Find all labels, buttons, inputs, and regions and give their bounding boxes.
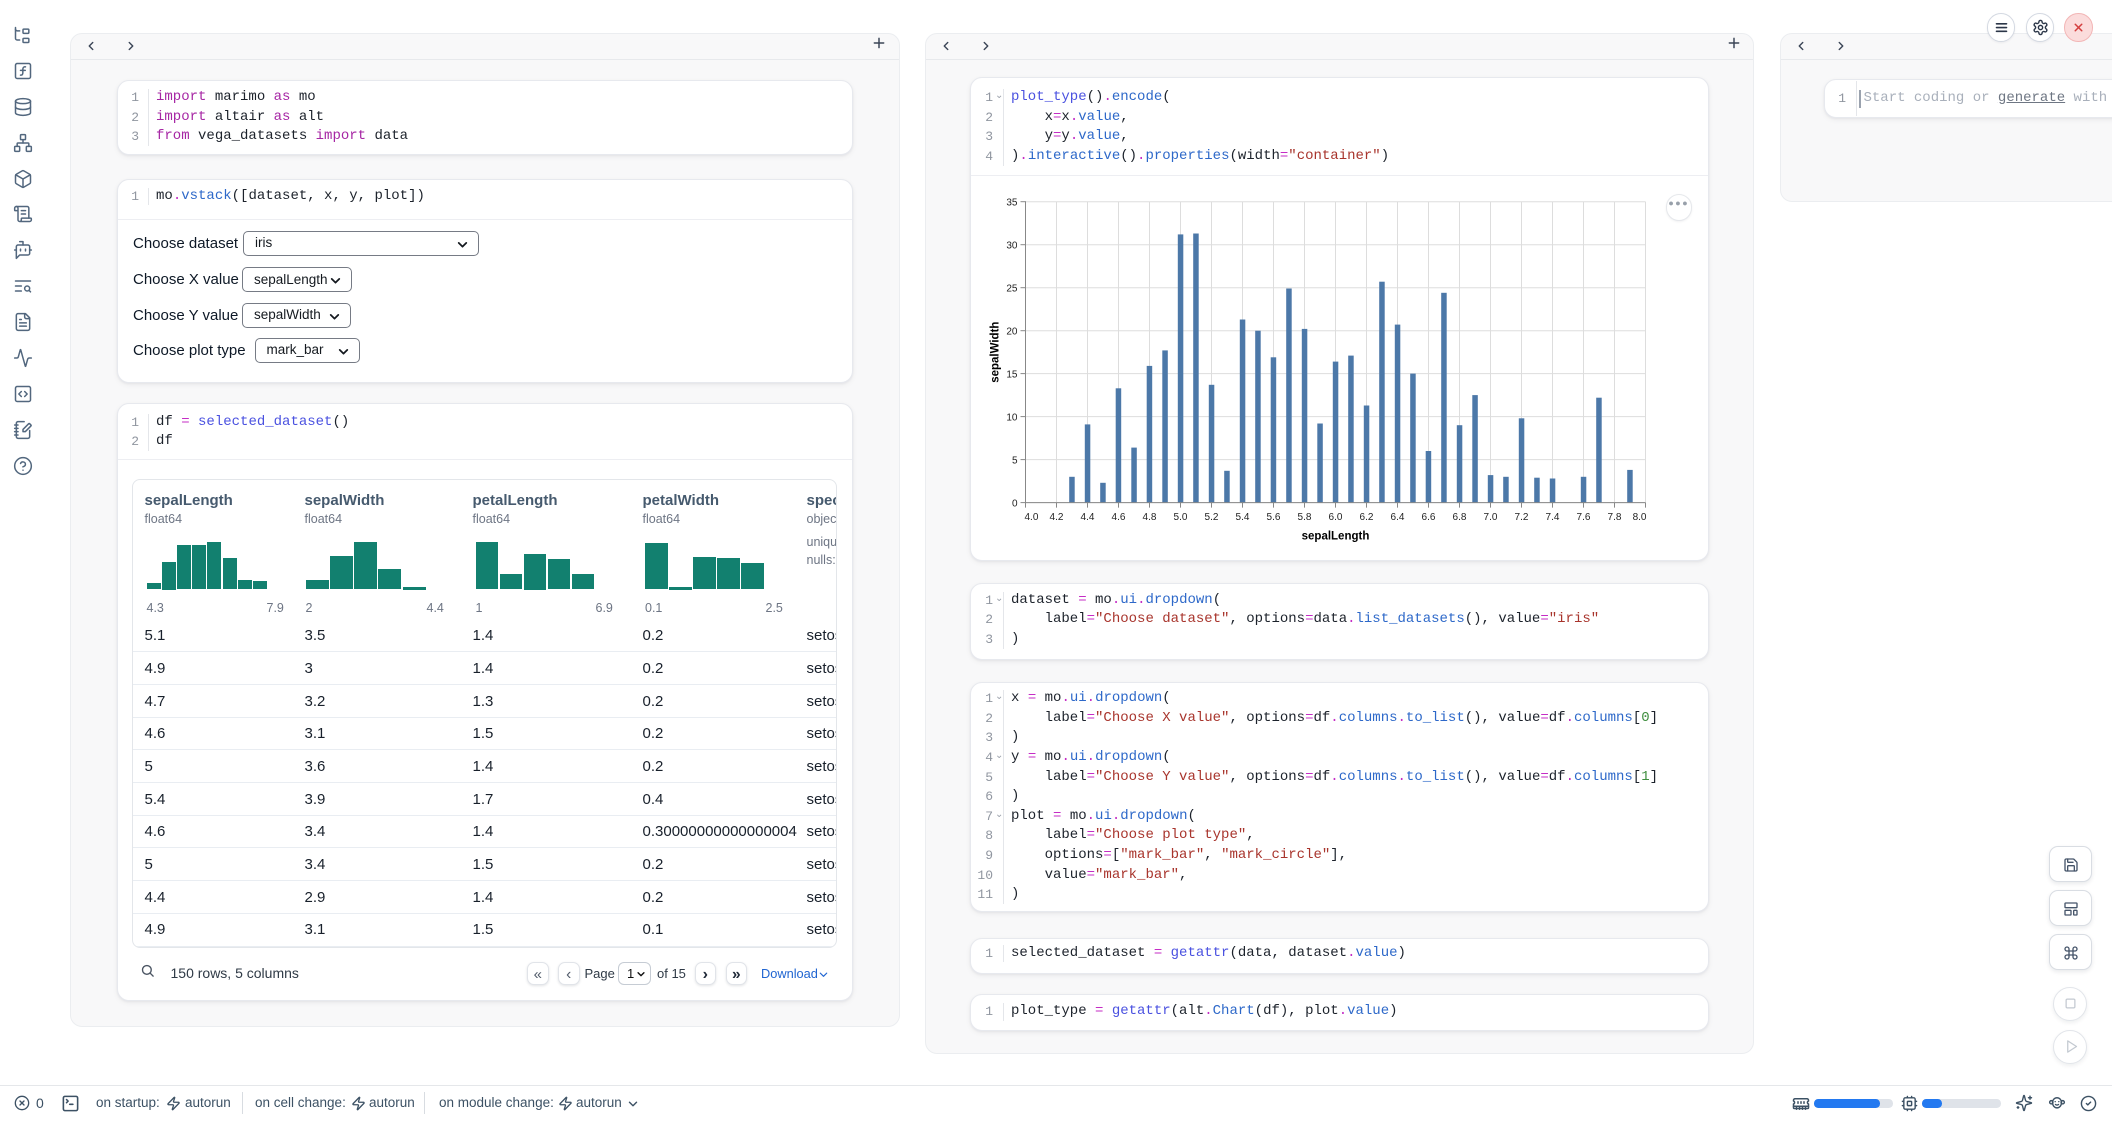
svg-text:25: 25 [1006, 283, 1018, 294]
svg-text:20: 20 [1006, 326, 1018, 337]
svg-text:4.4: 4.4 [1081, 512, 1095, 523]
svg-text:sepalWidth: sepalWidth [990, 322, 1002, 383]
svg-text:5.8: 5.8 [1298, 512, 1312, 523]
svg-text:7.0: 7.0 [1484, 512, 1498, 523]
svg-text:5.2: 5.2 [1205, 512, 1219, 523]
svg-text:10: 10 [1006, 412, 1018, 423]
svg-text:30: 30 [1006, 240, 1018, 251]
svg-text:7.2: 7.2 [1515, 512, 1529, 523]
svg-text:5.4: 5.4 [1236, 512, 1250, 523]
svg-text:5.6: 5.6 [1267, 512, 1281, 523]
svg-text:6.6: 6.6 [1422, 512, 1436, 523]
svg-text:5.0: 5.0 [1174, 512, 1188, 523]
svg-text:7.6: 7.6 [1577, 512, 1591, 523]
svg-text:4.8: 4.8 [1143, 512, 1157, 523]
svg-text:6.0: 6.0 [1329, 512, 1343, 523]
svg-text:7.4: 7.4 [1546, 512, 1560, 523]
svg-text:4.0: 4.0 [1025, 512, 1039, 523]
svg-text:5: 5 [1012, 455, 1018, 466]
svg-text:6.8: 6.8 [1453, 512, 1467, 523]
svg-text:6.4: 6.4 [1391, 512, 1405, 523]
svg-text:6.2: 6.2 [1360, 512, 1374, 523]
svg-text:35: 35 [1006, 197, 1018, 208]
svg-text:15: 15 [1006, 369, 1018, 380]
svg-text:7.8: 7.8 [1608, 512, 1622, 523]
svg-text:4.2: 4.2 [1050, 512, 1064, 523]
svg-text:4.6: 4.6 [1112, 512, 1126, 523]
svg-text:0: 0 [1012, 498, 1018, 509]
svg-text:sepalLength: sepalLength [1302, 531, 1370, 543]
svg-text:8.0: 8.0 [1633, 512, 1647, 523]
